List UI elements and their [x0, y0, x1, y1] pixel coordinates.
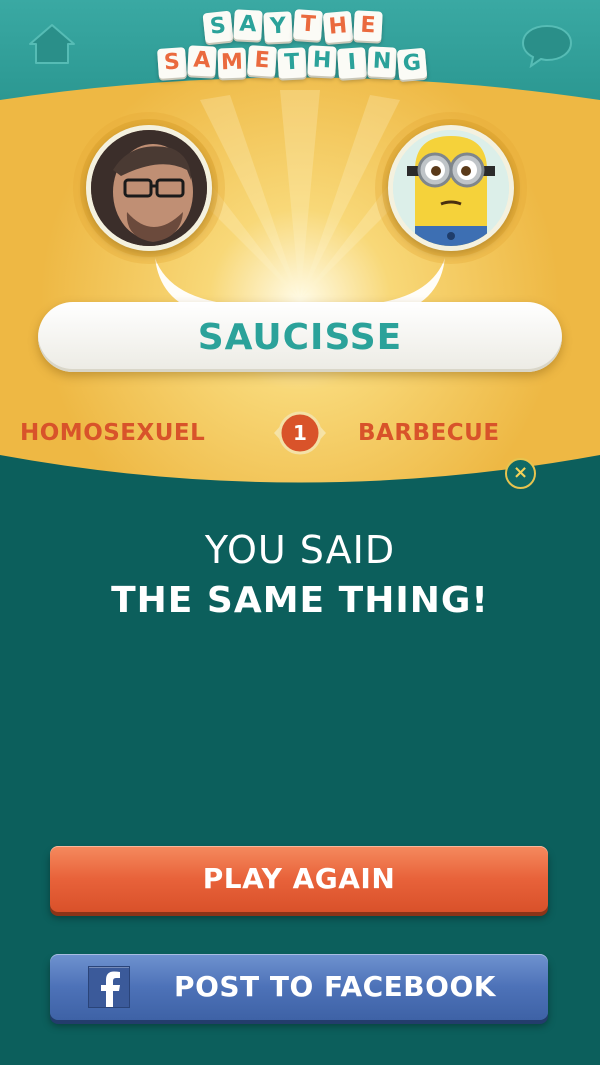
game-result-screen: S A Y T H E S A M E T H I N G SAUCISSE H… [0, 0, 600, 1065]
opponent-guess: BARBECUE [358, 420, 500, 446]
post-to-facebook-button[interactable]: POST TO FACEBOOK [50, 954, 548, 1020]
logo-tile: T [292, 9, 324, 41]
logo-tile: N [367, 46, 397, 78]
logo-tile: M [217, 47, 247, 79]
logo-tile: T [277, 47, 307, 79]
result-heading: YOU SAID [204, 528, 396, 572]
logo-tile: A [187, 45, 217, 77]
secret-word: SAUCISSE [38, 302, 562, 372]
logo-tile: A [233, 9, 263, 41]
player-photo [91, 130, 207, 246]
logo-tile: H [307, 45, 337, 77]
home-icon[interactable] [26, 22, 78, 66]
logo-tile: S [202, 10, 234, 44]
logo-tile: I [336, 47, 368, 79]
logo-tile: E [246, 45, 278, 77]
player-avatar [86, 125, 212, 251]
logo-tile: Y [263, 11, 293, 43]
app-logo: S A Y T H E S A M E T H I N G [150, 9, 450, 84]
logo-tile: G [396, 47, 428, 81]
facebook-icon [88, 966, 130, 1008]
minion-avatar [393, 130, 509, 246]
player-guess: HOMOSEXUEL [20, 420, 206, 446]
round-number: 1 [293, 421, 307, 445]
facebook-button-label: POST TO FACEBOOK [174, 970, 496, 1003]
close-icon[interactable]: × [505, 458, 536, 489]
logo-tile: E [353, 10, 383, 42]
logo-tile: H [322, 10, 354, 44]
opponent-avatar [388, 125, 514, 251]
play-again-button[interactable]: PLAY AGAIN [50, 846, 548, 912]
chat-bubble-icon[interactable] [520, 22, 574, 68]
logo-tile: S [156, 47, 188, 79]
result-subheading: THE SAME THING! [111, 580, 489, 621]
